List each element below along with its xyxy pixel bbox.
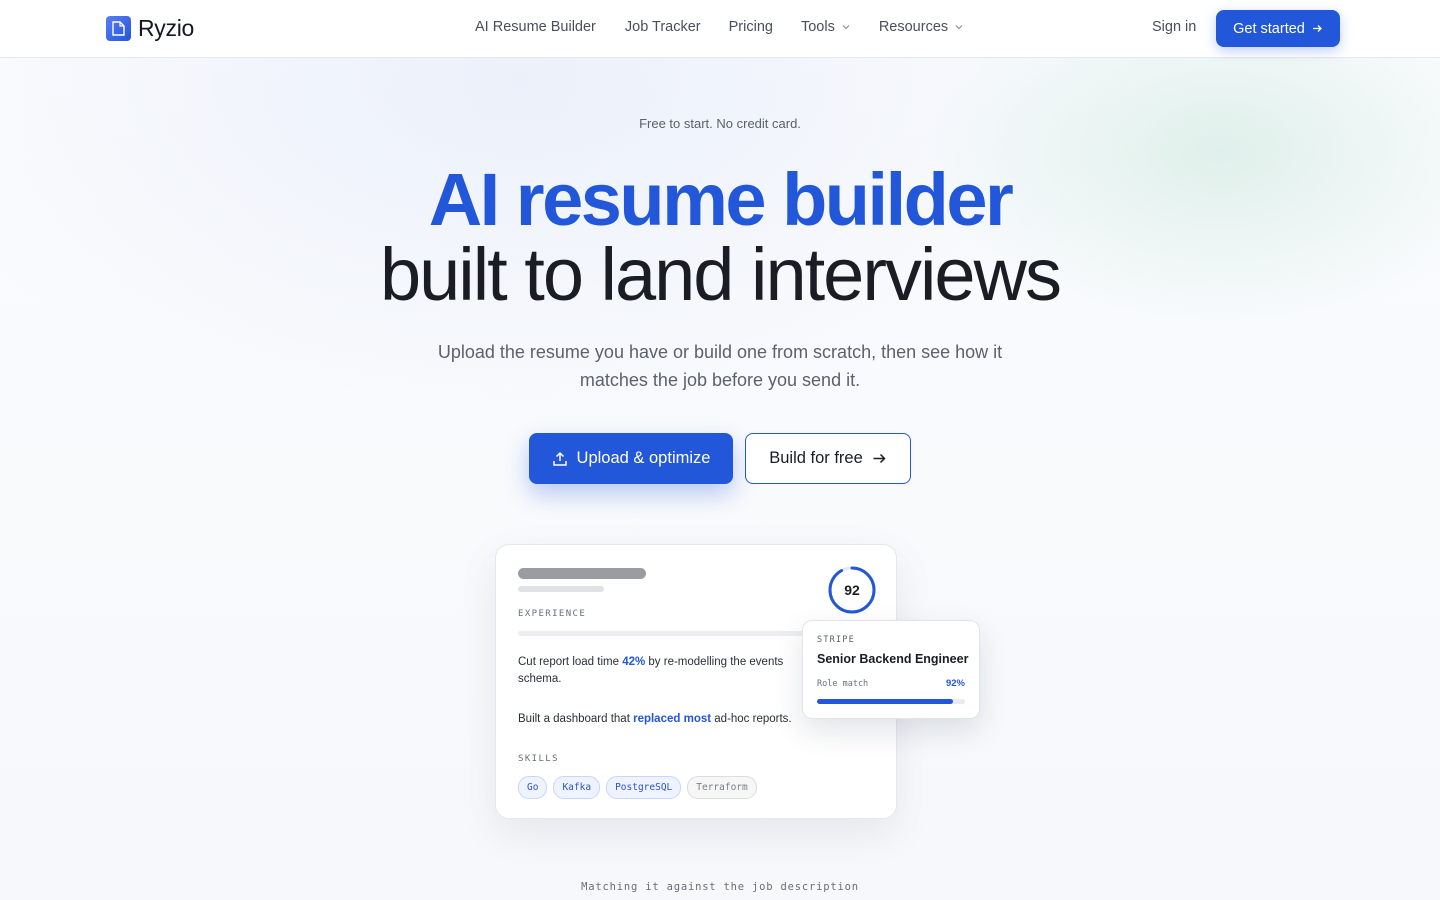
- job-title: Senior Backend Engineer: [817, 652, 969, 666]
- job-company: STRIPE: [817, 635, 855, 645]
- nav-item-ai-resume-builder[interactable]: AI Resume Builder: [475, 19, 596, 35]
- main-nav: AI Resume Builder Job Tracker Pricing To…: [475, 19, 964, 35]
- resume-score-value: 92: [844, 582, 860, 598]
- nav-item-pricing[interactable]: Pricing: [729, 19, 773, 35]
- hero-subtitle: Upload the resume you have or build one …: [437, 342, 1003, 390]
- arrow-right-icon: [873, 453, 886, 464]
- role-match-progress: [817, 699, 965, 704]
- brand-logo[interactable]: Ryzio: [106, 15, 194, 42]
- sign-in-link[interactable]: Sign in: [1152, 19, 1196, 35]
- skill-chip: Terraform: [687, 776, 757, 799]
- experience-bullet: Cut report load time 42% by re-modelling…: [518, 656, 784, 685]
- upload-optimize-label: Upload & optimize: [576, 449, 711, 467]
- hero-eyebrow: Free to start. No credit card.: [639, 116, 801, 131]
- logo-document-icon: [106, 16, 131, 41]
- job-match-card: STRIPE Senior Backend Engineer Role matc…: [802, 620, 980, 719]
- resume-subtitle-placeholder: [518, 586, 604, 592]
- experience-bullet: Built a dashboard that replaced most ad-…: [518, 713, 792, 725]
- role-match-label: Role match: [817, 679, 869, 689]
- nav-item-label: Resources: [878, 19, 949, 35]
- nav-item-job-tracker[interactable]: Job Tracker: [625, 19, 701, 35]
- top-navigation: Ryzio AI Resume Builder Job Tracker Pric…: [0, 0, 1440, 58]
- skills-list: Go Kafka PostgreSQL Terraform: [518, 776, 757, 799]
- chevron-down-icon: [955, 25, 963, 30]
- skill-chip: Go: [518, 776, 548, 799]
- chevron-down-icon: [842, 25, 850, 30]
- nav-item-resources[interactable]: Resources: [879, 19, 964, 35]
- resume-score-ring: 92: [827, 565, 877, 615]
- experience-line-placeholder: [518, 631, 808, 636]
- brand-name: Ryzio: [138, 15, 195, 41]
- skill-chip: PostgreSQL: [606, 776, 682, 799]
- build-for-free-label: Build for free: [769, 449, 863, 467]
- get-started-button[interactable]: Get started: [1216, 10, 1340, 47]
- resume-name-placeholder: [518, 568, 646, 579]
- build-for-free-button[interactable]: Build for free: [745, 433, 911, 484]
- nav-item-label: AI Resume Builder: [475, 19, 596, 35]
- preview-caption: Matching it against the job description: [581, 881, 859, 893]
- skills-heading: SKILLS: [518, 754, 559, 764]
- upload-icon: [552, 451, 567, 466]
- experience-heading: EXPERIENCE: [518, 609, 587, 619]
- nav-item-label: Pricing: [728, 19, 773, 35]
- nav-item-tools[interactable]: Tools: [801, 19, 851, 35]
- role-match-progress-fill: [817, 699, 954, 704]
- role-match-value: 92%: [945, 678, 965, 689]
- nav-item-label: Tools: [800, 19, 835, 35]
- arrow-right-icon: [1312, 25, 1322, 32]
- upload-optimize-button[interactable]: Upload & optimize: [529, 433, 733, 484]
- nav-item-label: Job Tracker: [624, 19, 701, 35]
- hero-headline-line1: AI resume builder: [428, 158, 1014, 241]
- hero-headline-line2: built to land interviews: [379, 233, 1062, 316]
- get-started-label: Get started: [1233, 20, 1305, 37]
- skill-chip: Kafka: [553, 776, 601, 799]
